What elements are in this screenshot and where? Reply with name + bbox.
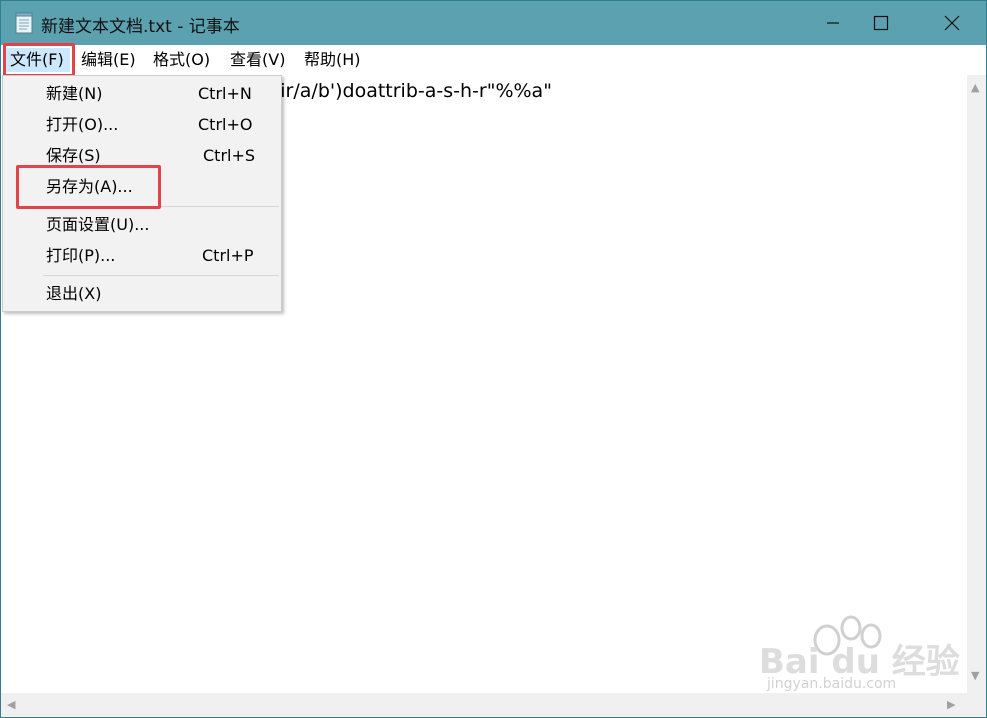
- scroll-right-icon[interactable]: ▶: [947, 698, 955, 711]
- menu-format[interactable]: 格式(O): [147, 48, 216, 72]
- close-button[interactable]: [929, 1, 975, 45]
- maximize-button[interactable]: [858, 1, 904, 45]
- menu-view[interactable]: 查看(V): [224, 48, 291, 72]
- scroll-up-icon[interactable]: ▲: [971, 81, 979, 94]
- menu-item-label: 新建(N): [46, 84, 103, 103]
- menu-item-open[interactable]: 打开(O)... Ctrl+O: [3, 110, 281, 140]
- menu-separator: [43, 275, 279, 276]
- watermark-url: jingyan.baidu.com: [767, 676, 897, 692]
- menu-bar: 文件(F) 编辑(E) 格式(O) 查看(V) 帮助(H): [1, 45, 986, 75]
- maximize-icon: [873, 15, 889, 31]
- menu-item-shortcut: Ctrl+O: [198, 115, 253, 134]
- close-icon: [944, 15, 960, 31]
- editor-content: lir/a/b')doattrib-a-s-h-r"%%a": [275, 80, 552, 102]
- title-bar[interactable]: 新建文本文档.txt - 记事本: [1, 1, 986, 45]
- save-as-highlight: [16, 165, 161, 209]
- file-menu-highlight: [3, 43, 75, 77]
- minimize-button[interactable]: [810, 1, 856, 45]
- scrollbar-corner: [967, 693, 986, 717]
- notepad-icon: [15, 12, 33, 34]
- window-title: 新建文本文档.txt - 记事本: [41, 17, 240, 37]
- notepad-window: 新建文本文档.txt - 记事本 文件(F) 编辑(E) 格式(O) 查看(V)…: [0, 0, 987, 718]
- menu-help[interactable]: 帮助(H): [298, 48, 367, 72]
- baidu-watermark: Bai du 经验 jingyan.baidu.com: [759, 606, 960, 706]
- menu-item-label: 页面设置(U)...: [46, 215, 150, 234]
- menu-item-label: 打开(O)...: [46, 115, 119, 134]
- menu-item-new[interactable]: 新建(N) Ctrl+N: [3, 79, 281, 109]
- vertical-scrollbar[interactable]: ▲ ▼: [967, 75, 986, 693]
- menu-item-shortcut: Ctrl+N: [198, 84, 252, 103]
- menu-item-page-setup[interactable]: 页面设置(U)...: [3, 210, 281, 240]
- menu-item-label: 退出(X): [46, 284, 102, 303]
- menu-item-label: 打印(P)...: [46, 246, 116, 265]
- minimize-icon: [827, 22, 839, 24]
- scroll-left-icon[interactable]: ◀: [7, 698, 15, 711]
- menu-item-shortcut: Ctrl+P: [202, 246, 254, 265]
- menu-item-shortcut: Ctrl+S: [203, 146, 256, 165]
- scroll-down-icon[interactable]: ▼: [971, 669, 979, 682]
- menu-edit[interactable]: 编辑(E): [75, 48, 142, 72]
- menu-item-exit[interactable]: 退出(X): [3, 279, 281, 309]
- menu-item-print[interactable]: 打印(P)... Ctrl+P: [3, 241, 281, 271]
